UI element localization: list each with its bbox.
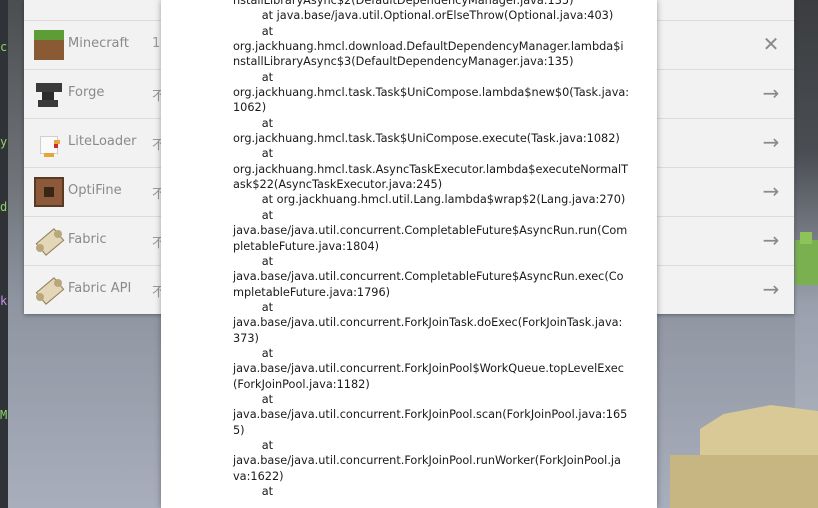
background-tree-top — [800, 232, 812, 244]
arrow-right-icon[interactable]: → — [760, 180, 782, 202]
optifine-block-icon — [34, 177, 64, 207]
fabric-scroll-icon — [34, 226, 65, 256]
fabric-api-scroll-icon — [34, 275, 65, 305]
background-code-char: c — [0, 40, 8, 54]
minecraft-grass-block-icon — [34, 30, 64, 60]
background-sand-ground — [670, 455, 818, 508]
installer-name: OptiFine — [68, 183, 122, 198]
installer-name: Fabric — [68, 232, 107, 247]
background-code-char: y — [0, 135, 8, 149]
arrow-right-icon[interactable]: → — [760, 131, 782, 153]
arrow-right-icon[interactable]: → — [760, 229, 782, 251]
installer-name: Forge — [68, 85, 105, 100]
installer-name: Minecraft — [68, 36, 129, 51]
close-icon[interactable]: ✕ — [760, 33, 782, 55]
forge-anvil-icon — [34, 79, 64, 109]
background-launcher-panel: c y d k M — [0, 0, 8, 508]
error-dialog: nstallLibraryAsync$2(DefaultDependencyMa… — [161, 0, 657, 508]
background-code-char: d — [0, 200, 8, 214]
liteloader-chicken-icon — [34, 128, 64, 158]
installer-name: Fabric API — [68, 281, 132, 296]
background-tree — [795, 240, 818, 285]
background-code-char: M — [0, 408, 8, 422]
arrow-right-icon[interactable]: → — [760, 278, 782, 300]
background-code-char: k — [0, 294, 8, 308]
stack-trace-text[interactable]: nstallLibraryAsync$2(DefaultDependencyMa… — [233, 0, 633, 499]
installer-name: LiteLoader — [68, 134, 137, 149]
arrow-right-icon[interactable]: → — [760, 82, 782, 104]
